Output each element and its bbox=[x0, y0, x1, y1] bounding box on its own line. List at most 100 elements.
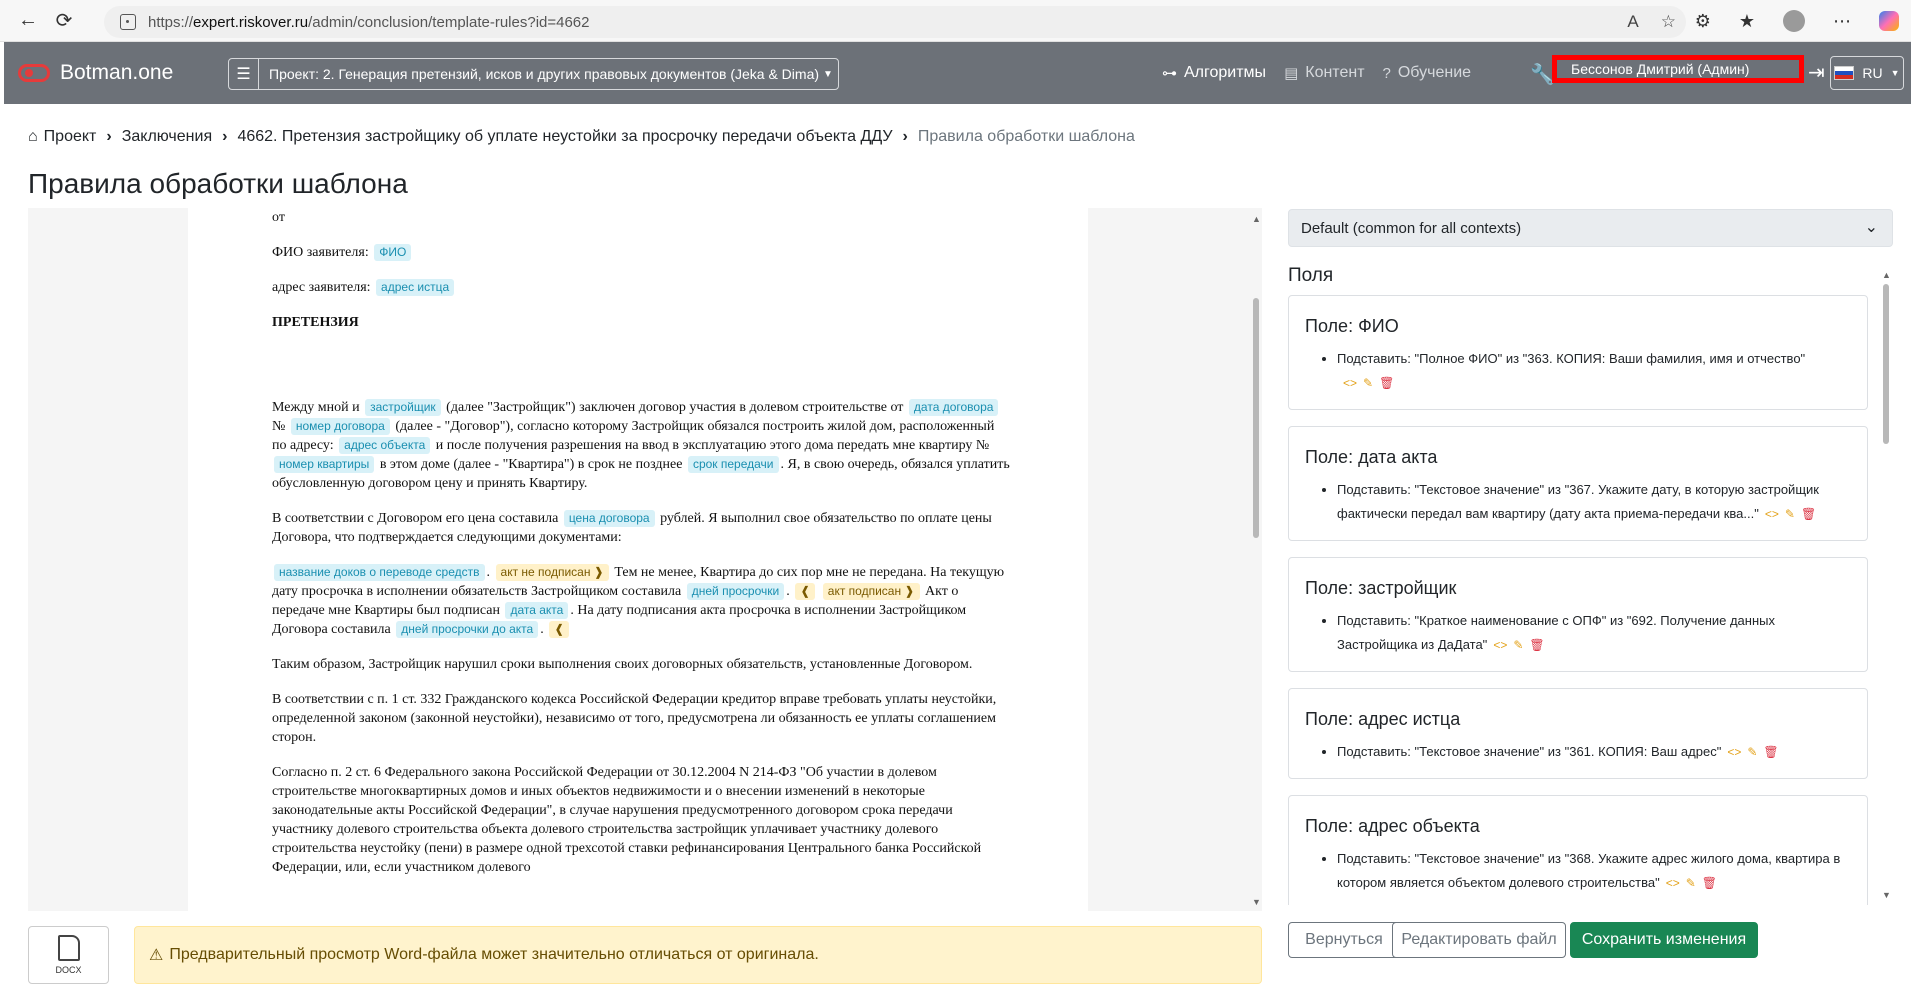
brand[interactable]: Botman.one bbox=[18, 61, 173, 85]
preview-warning-alert: ⚠ Предварительный просмотр Word-файла мо… bbox=[134, 926, 1262, 984]
code-icon[interactable]: <> bbox=[1765, 502, 1779, 526]
scroll-up-icon[interactable]: ▲ bbox=[1882, 270, 1891, 280]
field-rule: Подставить: "Краткое наименование с ОПФ"… bbox=[1337, 609, 1851, 657]
template-tag[interactable]: цена договора bbox=[563, 510, 655, 527]
copilot-icon[interactable] bbox=[1879, 11, 1899, 31]
context-select-label: Default (common for all contexts) bbox=[1301, 219, 1522, 237]
pencil-icon[interactable]: ✎ bbox=[1363, 371, 1373, 395]
browser-toolbar: ← ⟳ https://expert.riskover.ru/admin/con… bbox=[0, 0, 1911, 42]
back-button[interactable]: Вернуться bbox=[1288, 922, 1400, 958]
code-icon[interactable]: <> bbox=[1727, 740, 1741, 764]
trash-icon[interactable]: 🗑 bbox=[1379, 371, 1394, 395]
template-tag[interactable]: дата акта bbox=[505, 602, 569, 619]
code-icon[interactable]: <> bbox=[1666, 871, 1680, 895]
scroll-down-icon[interactable]: ▼ bbox=[1252, 897, 1261, 907]
user-menu[interactable]: Бессонов Дмитрий (Админ) bbox=[1552, 55, 1804, 83]
download-docx-button[interactable]: DOCX bbox=[28, 926, 109, 984]
caret-down-icon: ▼ bbox=[1890, 68, 1900, 78]
app-navbar: Botman.one ☰ Проект: 2. Генерация претен… bbox=[4, 42, 1911, 104]
doc-paragraph: В соответствии с Договором его цена сост… bbox=[272, 510, 992, 545]
template-tag[interactable]: адрес истца bbox=[376, 279, 455, 296]
field-rule: Подставить: "Текстовое значение" из "367… bbox=[1337, 478, 1851, 526]
condition-tag[interactable]: ❰ bbox=[795, 583, 816, 600]
template-tag[interactable]: дней просрочки до акта bbox=[396, 621, 539, 638]
fields-title: Поля bbox=[1288, 265, 1334, 286]
extensions-icon[interactable]: ⚙ bbox=[1695, 11, 1711, 32]
alert-text: Предварительный просмотр Word-файла може… bbox=[169, 946, 819, 963]
edit-file-button[interactable]: Редактировать файл bbox=[1392, 922, 1566, 958]
breadcrumb-conclusions[interactable]: Заключения bbox=[122, 128, 212, 146]
condition-tag[interactable]: акт не подписан ❱ bbox=[495, 564, 609, 581]
template-tag[interactable]: номер квартиры bbox=[274, 456, 375, 473]
nav-content-label: Контент bbox=[1305, 64, 1365, 81]
breadcrumb-project[interactable]: Проект bbox=[44, 128, 97, 146]
nav-content[interactable]: ▤ Контент bbox=[1284, 64, 1364, 82]
site-info-icon[interactable] bbox=[120, 14, 136, 30]
trash-icon[interactable]: 🗑 bbox=[1763, 740, 1778, 764]
doc-paragraph: Таким образом, Застройщик нарушил сроки … bbox=[272, 657, 973, 672]
project-select[interactable]: ☰ Проект: 2. Генерация претензий, исков … bbox=[228, 58, 839, 90]
condition-tag[interactable]: акт подписан ❱ bbox=[822, 583, 920, 600]
document-preview[interactable]: от ФИО заявителя: ФИО адрес заявителя: а… bbox=[28, 208, 1262, 911]
brand-logo-icon bbox=[18, 64, 50, 82]
document-scrollbar[interactable]: ▲ ▼ bbox=[1250, 208, 1262, 911]
trash-icon[interactable]: 🗑 bbox=[1801, 502, 1816, 526]
logout-icon[interactable]: ⇥ bbox=[1808, 60, 1825, 85]
scrollbar-thumb[interactable] bbox=[1883, 284, 1889, 444]
caret-down-icon: ▼ bbox=[823, 68, 833, 80]
template-tag[interactable]: ФИО bbox=[374, 244, 412, 261]
doc-line-from: от bbox=[272, 210, 285, 225]
profile-avatar[interactable] bbox=[1783, 10, 1805, 32]
field-rule: Подставить: "Полное ФИО" из "363. КОПИЯ:… bbox=[1337, 347, 1851, 395]
doc-paragraph: название доков о переводе средств. акт н… bbox=[272, 564, 1005, 638]
doc-paragraph: Согласно п. 2 ст. 6 Федерального закона … bbox=[272, 765, 982, 875]
favorite-star-icon[interactable]: ☆ bbox=[1661, 12, 1676, 32]
nav-algorithms[interactable]: ⊶ Алгоритмы bbox=[1162, 64, 1266, 82]
field-title: Поле: ФИО bbox=[1305, 316, 1399, 336]
address-bar[interactable]: https://expert.riskover.ru/admin/conclus… bbox=[104, 6, 1686, 38]
flag-ru-icon bbox=[1834, 66, 1855, 80]
read-aloud-icon[interactable]: A bbox=[1627, 12, 1638, 32]
template-tag[interactable]: адрес объекта bbox=[339, 437, 431, 454]
code-icon[interactable]: <> bbox=[1343, 371, 1357, 395]
code-icon[interactable]: <> bbox=[1493, 633, 1507, 657]
field-card: Поле: застройщик Подставить: "Краткое на… bbox=[1288, 557, 1868, 672]
more-menu-icon[interactable]: ⋯ bbox=[1833, 11, 1851, 32]
document-page: от ФИО заявителя: ФИО адрес заявителя: а… bbox=[188, 208, 1088, 911]
language-select[interactable]: RU ▼ bbox=[1830, 56, 1904, 90]
template-tag[interactable]: срок передачи bbox=[687, 456, 779, 473]
trash-icon[interactable]: 🗑 bbox=[1529, 633, 1544, 657]
question-icon: ? bbox=[1382, 64, 1391, 82]
fields-list: Поле: ФИО Подставить: "Полное ФИО" из "3… bbox=[1288, 295, 1868, 905]
condition-tag[interactable]: ❰ bbox=[549, 621, 570, 638]
save-button[interactable]: Сохранить изменения bbox=[1570, 922, 1758, 958]
nav-training[interactable]: ? Обучение bbox=[1383, 64, 1472, 82]
template-tag[interactable]: номер договора bbox=[290, 418, 390, 435]
pencil-icon[interactable]: ✎ bbox=[1747, 740, 1757, 764]
doc-fio-label: ФИО заявителя: bbox=[272, 245, 369, 260]
reload-icon[interactable]: ⟳ bbox=[46, 3, 82, 39]
fields-scrollbar[interactable]: ▲ ▼ bbox=[1880, 270, 1892, 900]
scrollbar-thumb[interactable] bbox=[1253, 298, 1259, 538]
template-tag[interactable]: застройщик bbox=[365, 399, 441, 416]
field-rule: Подставить: "Текстовое значение" из "361… bbox=[1337, 740, 1851, 764]
breadcrumb: ⌂ Проект › Заключения › 4662. Претензия … bbox=[28, 128, 1135, 146]
template-tag[interactable]: дата договора bbox=[908, 399, 999, 416]
scroll-down-icon[interactable]: ▼ bbox=[1882, 890, 1891, 900]
pencil-icon[interactable]: ✎ bbox=[1686, 871, 1696, 895]
template-tag[interactable]: дней просрочки bbox=[686, 583, 785, 600]
back-icon[interactable]: ← bbox=[10, 3, 46, 39]
template-tag[interactable]: название доков о переводе средств bbox=[274, 564, 485, 581]
favorites-icon[interactable]: ★ bbox=[1739, 11, 1755, 32]
doc-paragraph: В соответствии с п. 1 ст. 332 Гражданско… bbox=[272, 692, 997, 745]
pencil-icon[interactable]: ✎ bbox=[1513, 633, 1523, 657]
pencil-icon[interactable]: ✎ bbox=[1785, 502, 1795, 526]
context-select[interactable]: Default (common for all contexts) ⌄ bbox=[1288, 209, 1893, 247]
trash-icon[interactable]: 🗑 bbox=[1702, 871, 1717, 895]
scroll-up-icon[interactable]: ▲ bbox=[1252, 214, 1261, 224]
nav-training-label: Обучение bbox=[1397, 64, 1472, 81]
user-name: Бессонов Дмитрий (Админ) bbox=[1571, 61, 1750, 77]
menu-icon[interactable]: ☰ bbox=[229, 59, 259, 89]
warning-icon: ⚠ bbox=[149, 947, 164, 964]
breadcrumb-conclusion[interactable]: 4662. Претензия застройщику об уплате не… bbox=[237, 128, 892, 146]
